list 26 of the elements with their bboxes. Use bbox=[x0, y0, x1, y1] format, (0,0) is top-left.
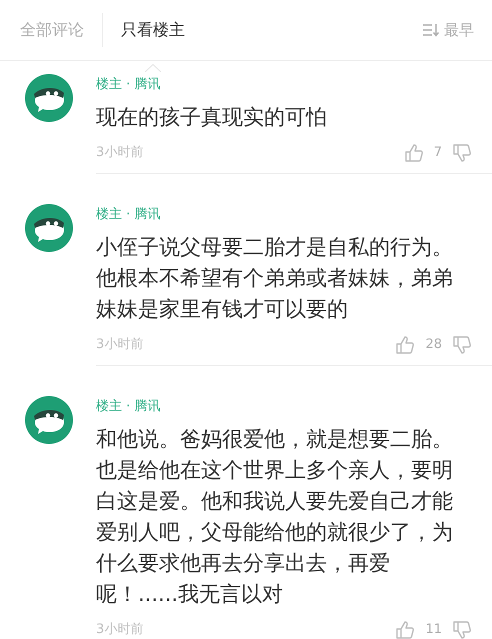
comment-text: 小侄子说父母要二胎才是自私的行为。他根本不希望有个弟弟或者妹妹，弟弟妹妹是家里有钱才可以要的 bbox=[96, 234, 454, 323]
thumbs-down-icon[interactable] bbox=[452, 620, 472, 639]
sort-icon bbox=[422, 22, 440, 38]
comment-text: 现在的孩子真现实的可怕 bbox=[96, 104, 328, 131]
avatar-icon bbox=[25, 396, 73, 444]
like-count: 11 bbox=[425, 621, 442, 639]
thumbs-up-icon[interactable] bbox=[404, 143, 424, 163]
sort-button[interactable]: 最早 bbox=[422, 18, 474, 42]
comment-text: 和他说。爸妈很爱他，就是想要二胎。也是给他在这个世界上多个亲人，要明白这是爱。他和我说人要先爱自己才能爱别人吧，父母能给他的就很少了，为什么要求他再去分享出去，再爱呢！......我无言以对 bbox=[96, 426, 454, 608]
like-count: 28 bbox=[425, 336, 442, 354]
timestamp: 3小时前 bbox=[96, 621, 144, 639]
tab[interactable]: 全部评论 bbox=[20, 18, 84, 42]
author-name[interactable]: 楼主 · 腾讯 bbox=[96, 397, 160, 417]
timestamp: 3小时前 bbox=[96, 144, 144, 162]
pointer-icon bbox=[145, 64, 161, 72]
thumbs-up-icon[interactable] bbox=[395, 335, 416, 355]
thumbs-up-icon[interactable] bbox=[395, 620, 416, 639]
thumbs-down-icon[interactable] bbox=[452, 143, 472, 163]
avatar-icon bbox=[25, 204, 73, 252]
avatar-icon bbox=[25, 74, 73, 122]
author-name[interactable]: 楼主 · 腾讯 bbox=[96, 75, 160, 95]
timestamp: 3小时前 bbox=[96, 336, 144, 354]
tab[interactable]: 只看楼主 bbox=[121, 18, 185, 42]
author-name[interactable]: 楼主 · 腾讯 bbox=[96, 205, 160, 225]
thumbs-down-icon[interactable] bbox=[452, 335, 472, 355]
like-count: 7 bbox=[434, 144, 442, 162]
